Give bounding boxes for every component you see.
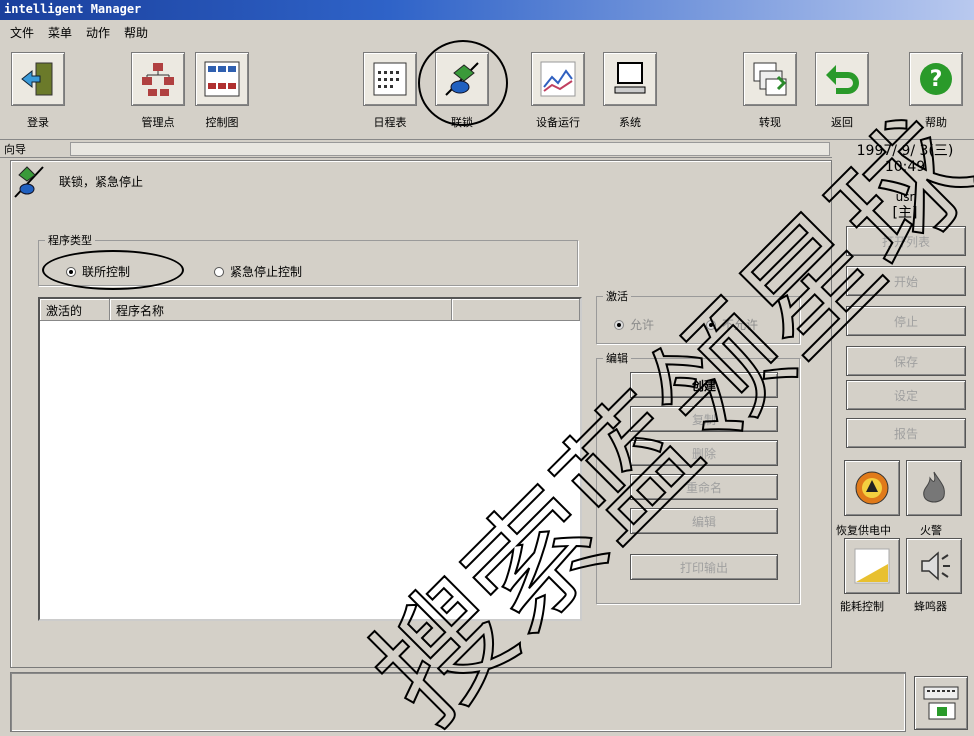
radio-label: 紧急停止控制 (230, 265, 303, 279)
menu-action[interactable]: 动作 (86, 24, 110, 41)
buzzer-button[interactable] (906, 538, 962, 594)
copy-button[interactable]: 复制 (630, 406, 778, 432)
settings-button[interactable]: 设定 (846, 380, 966, 410)
rename-button[interactable]: 重命名 (630, 474, 778, 500)
system-button[interactable]: 系统 (598, 52, 662, 138)
buzzer-icon (921, 551, 950, 581)
column-header-blank[interactable] (452, 299, 580, 320)
program-type-title: 程序类型 (45, 232, 95, 248)
delete-button[interactable]: 删除 (630, 440, 778, 466)
radio-dot[interactable] (214, 266, 224, 277)
equipment-run-button[interactable]: 设备运行 (526, 52, 590, 138)
interlock-icon (13, 163, 53, 204)
radio-label: 不允许 (722, 318, 759, 332)
create-button[interactable]: 创建 (630, 372, 778, 398)
interlock-label: 联锁 (451, 116, 473, 129)
keyboard-icon (923, 686, 959, 720)
management-points-button[interactable]: 管理点 (126, 52, 190, 138)
fire-alarm-button[interactable] (906, 460, 962, 516)
keyboard-button[interactable] (914, 676, 968, 730)
radio-allow[interactable]: 允许 (614, 316, 654, 333)
start-button[interactable]: 开始 (846, 266, 966, 296)
datetime-panel: 1997/ 9/ 3(三) 10:49 usr [主] (840, 143, 970, 221)
equipment-run-label: 设备运行 (536, 116, 580, 129)
activate-title: 激活 (603, 288, 631, 304)
radio-dot[interactable] (706, 319, 716, 330)
calendar-icon (363, 52, 417, 106)
windows-icon (743, 52, 797, 106)
toolbar: 登录 管理点 控制图 日程表 联锁 设备运行 系统 转现 返回 ? 帮助 (0, 46, 974, 140)
open-list-button[interactable]: 打开列表 (846, 226, 966, 256)
buzzer-label: 蜂鸣器 (914, 600, 947, 613)
control-diagram-button[interactable]: 控制图 (190, 52, 254, 138)
management-points-label: 管理点 (141, 116, 175, 129)
svg-text:?: ? (930, 67, 943, 92)
nav-strip: 向导 (0, 140, 832, 158)
column-header-program-name[interactable]: 程序名称 (110, 299, 452, 320)
print-output-button[interactable]: 打印输出 (630, 554, 778, 580)
schedule-label: 日程表 (373, 116, 407, 129)
program-list[interactable]: 激活的 程序名称 (38, 297, 582, 621)
fire-icon (923, 471, 945, 503)
menu-bar: 文件 菜单 动作 帮助 (0, 20, 974, 44)
help-label: 帮助 (925, 116, 947, 129)
login-label: 登录 (27, 116, 49, 129)
menu-help[interactable]: 帮助 (124, 24, 148, 41)
energy-control-label: 能耗控制 (840, 600, 884, 613)
interlock-button[interactable]: 联锁 (430, 52, 494, 138)
control-diagram-label: 控制图 (205, 116, 239, 129)
time-text: 10:49 (884, 159, 926, 175)
column-header-active[interactable]: 激活的 (40, 299, 110, 320)
power-restore-icon (855, 471, 889, 505)
save-button[interactable]: 保存 (846, 346, 966, 376)
hierarchy-icon (131, 52, 185, 106)
power-restore-button[interactable] (844, 460, 900, 516)
switch-view-button[interactable]: 转现 (738, 52, 802, 138)
energy-control-icon (854, 548, 890, 584)
back-arrow-icon (815, 52, 869, 106)
control-diagram-icon (195, 52, 249, 106)
menu-menu[interactable]: 菜单 (48, 24, 72, 41)
power-restore-label: 恢复供电中 (836, 524, 891, 537)
report-button[interactable]: 报告 (846, 418, 966, 448)
back-label: 返回 (831, 116, 853, 129)
radio-disallow[interactable]: 不允许 (706, 316, 758, 333)
radio-label: 联所控制 (82, 265, 131, 279)
system-label: 系统 (619, 116, 641, 129)
title-bar: intelligent Manager (0, 0, 974, 20)
radio-dot[interactable] (614, 319, 624, 330)
door-exit-icon (11, 52, 65, 106)
status-bar (10, 672, 906, 732)
back-button[interactable]: 返回 (810, 52, 874, 138)
computer-icon (603, 52, 657, 106)
user-text: usr (895, 190, 915, 204)
edit-title: 编辑 (603, 350, 631, 366)
switch-view-label: 转现 (759, 116, 781, 129)
app-window: intelligent Manager 文件 菜单 动作 帮助 登录 管理点 控… (0, 0, 974, 736)
help-icon: ? (909, 52, 963, 106)
edit-button[interactable]: 编辑 (630, 508, 778, 534)
nav-label[interactable]: 向导 (4, 141, 26, 157)
window-title: intelligent Manager (4, 2, 142, 16)
schedule-button[interactable]: 日程表 (358, 52, 422, 138)
interlock-icon (435, 52, 489, 106)
help-button[interactable]: ? 帮助 (904, 52, 968, 138)
page-title: 联锁，紧急停止 (59, 175, 144, 189)
role-text: [主] (892, 205, 918, 221)
menu-file[interactable]: 文件 (10, 24, 34, 41)
trend-chart-icon (531, 52, 585, 106)
radio-emergency-stop[interactable]: 紧急停止控制 (214, 263, 302, 280)
fire-alarm-label: 火警 (920, 524, 942, 537)
radio-interlock-control[interactable]: 联所控制 (66, 263, 130, 280)
list-header: 激活的 程序名称 (40, 299, 580, 321)
login-button[interactable]: 登录 (6, 52, 70, 138)
radio-dot[interactable] (66, 266, 76, 277)
energy-control-button[interactable] (844, 538, 900, 594)
radio-label: 允许 (630, 318, 655, 332)
date-text: 1997/ 9/ 3(三) (856, 143, 954, 159)
stop-button[interactable]: 停止 (846, 306, 966, 336)
nav-tab-area (70, 142, 830, 156)
